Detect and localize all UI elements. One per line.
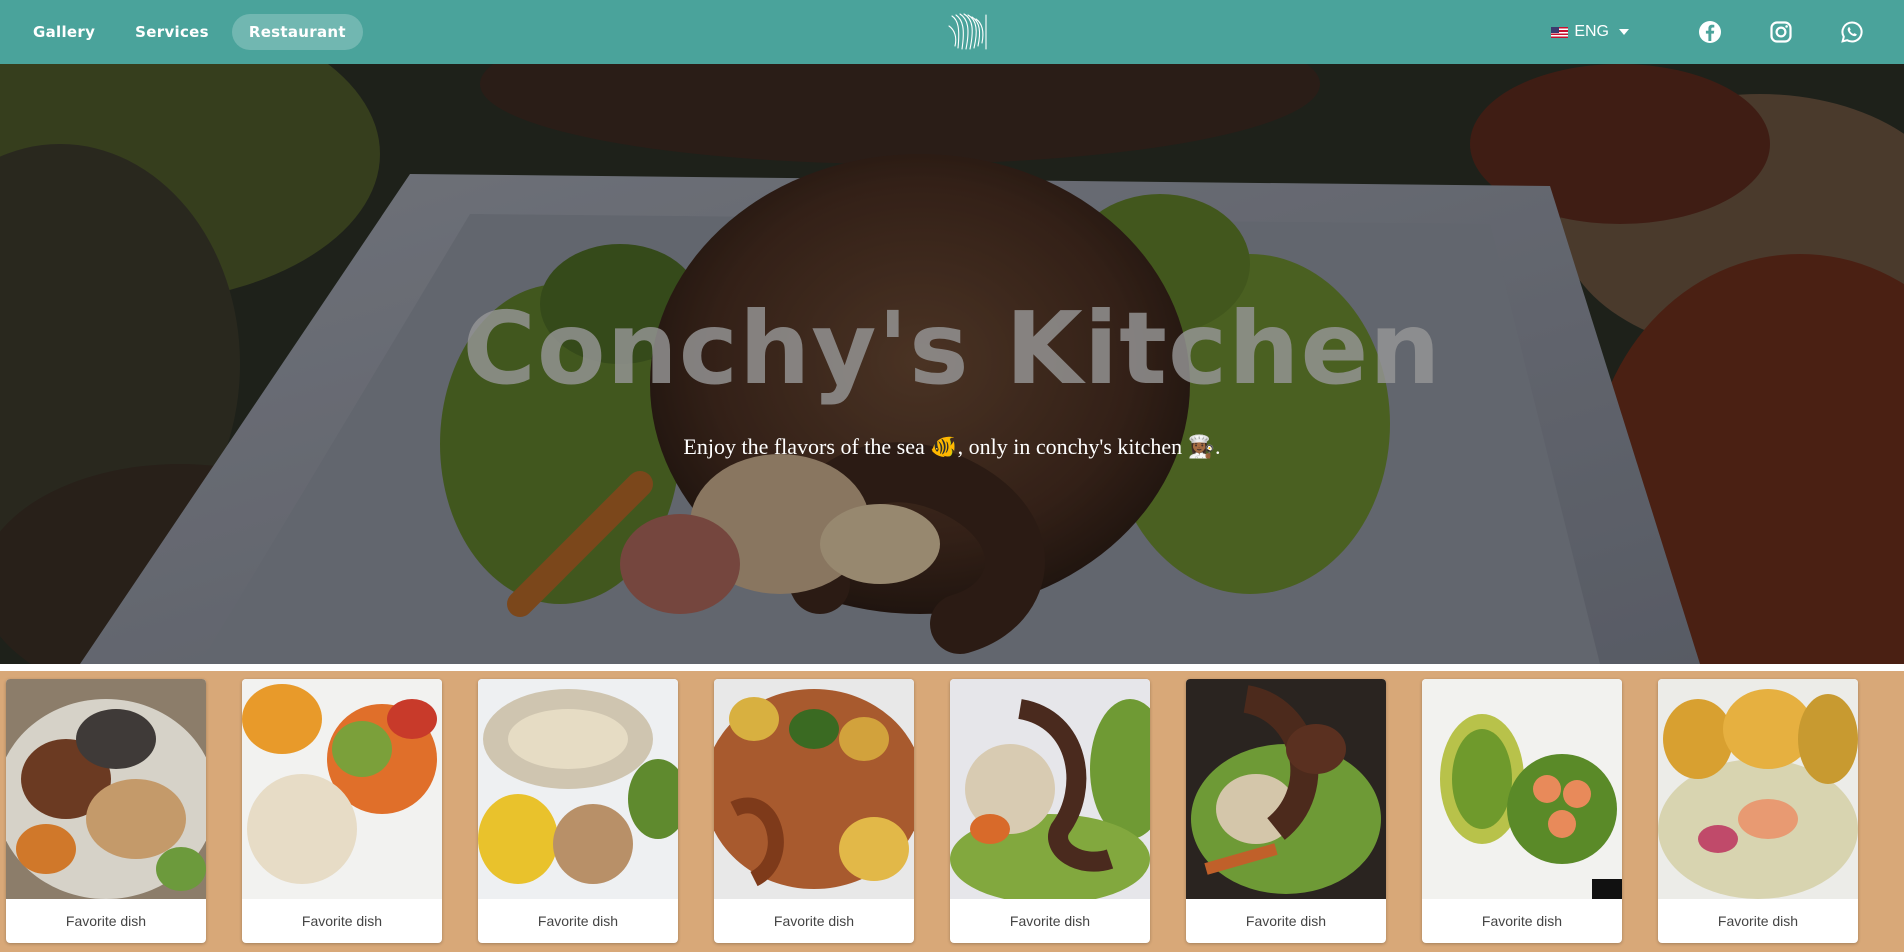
dish-card[interactable]: Favorite dish xyxy=(950,679,1150,943)
chevron-down-icon xyxy=(1619,29,1629,35)
nav-right-group: ENG xyxy=(1551,0,1864,64)
hero-subtitle: Enjoy the flavors of the sea 🐠, only in … xyxy=(683,434,1221,459)
dish-card[interactable]: Favorite dish xyxy=(6,679,206,943)
dish-photo-shrimp-avocado xyxy=(1422,679,1622,899)
dish-label: Favorite dish xyxy=(537,913,619,929)
dish-card[interactable]: Favorite dish xyxy=(1186,679,1386,943)
language-label: ENG xyxy=(1574,23,1609,40)
instagram-icon[interactable] xyxy=(1769,20,1793,44)
dish-card[interactable]: Favorite dish xyxy=(242,679,442,943)
dish-photo-chicken-salad xyxy=(242,679,442,899)
dish-card[interactable]: Favorite dish xyxy=(1658,679,1858,943)
dish-label: Favorite dish xyxy=(1717,913,1799,929)
dish-photo-octopus-potatoes xyxy=(714,679,914,899)
dish-card[interactable]: Favorite dish xyxy=(1422,679,1622,943)
dish-photo-grilled-fish xyxy=(478,679,678,899)
dish-label: Favorite dish xyxy=(1245,913,1327,929)
language-selector[interactable]: ENG xyxy=(1551,23,1629,41)
dish-photo-octopus-salad xyxy=(950,679,1150,899)
dish-label: Favorite dish xyxy=(65,913,147,929)
dish-card[interactable]: Favorite dish xyxy=(714,679,914,943)
dish-label: Favorite dish xyxy=(301,913,383,929)
us-flag-icon xyxy=(1551,26,1569,38)
hero-title: Conchy's Kitchen xyxy=(462,290,1442,407)
top-navbar: Gallery Services Restaurant ENG xyxy=(0,0,1904,64)
dish-photo-ceviche xyxy=(1658,679,1858,899)
whatsapp-icon[interactable] xyxy=(1840,20,1864,44)
facebook-icon[interactable] xyxy=(1698,20,1722,44)
palm-leaf-logo[interactable] xyxy=(946,12,990,52)
dish-photo-seafood-platter xyxy=(6,679,206,899)
nav-link-gallery[interactable]: Gallery xyxy=(16,14,112,50)
dish-card[interactable]: Favorite dish xyxy=(478,679,678,943)
dish-label: Favorite dish xyxy=(1481,913,1563,929)
favorite-dishes-strip: Favorite dish Favorite dish Favorite dis… xyxy=(0,671,1904,952)
nav-link-restaurant[interactable]: Restaurant xyxy=(231,14,363,50)
section-divider xyxy=(0,664,1904,671)
dish-label: Favorite dish xyxy=(1009,913,1091,929)
nav-link-services[interactable]: Services xyxy=(118,14,226,50)
hero-section: Conchy's Kitchen Enjoy the flavors of th… xyxy=(0,64,1904,664)
dish-photo-glazed-octopus xyxy=(1186,679,1386,899)
nav-links: Gallery Services Restaurant xyxy=(16,14,363,50)
dish-label: Favorite dish xyxy=(773,913,855,929)
